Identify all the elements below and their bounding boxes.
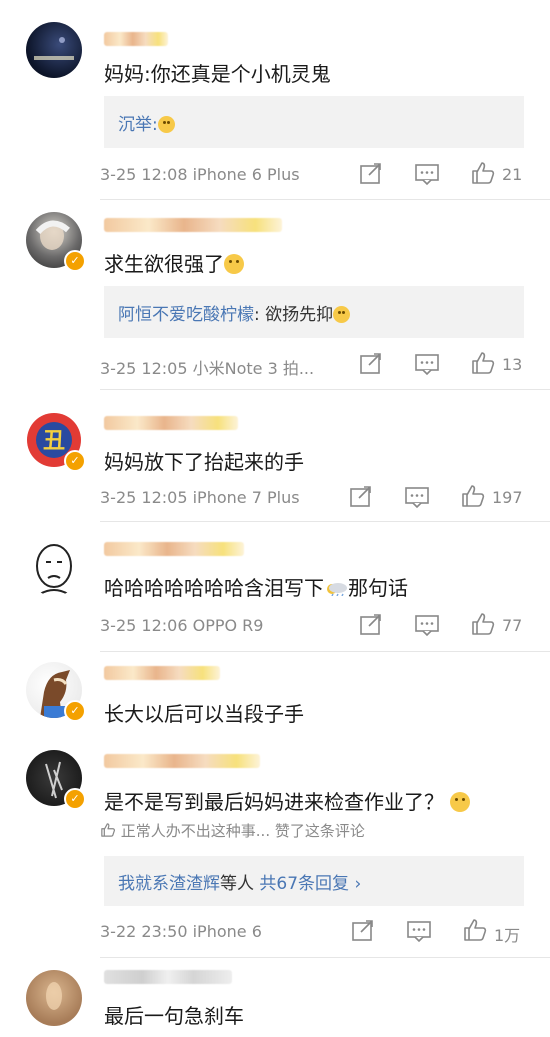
comment-text: 妈妈放下了抬起来的手 [104, 450, 304, 474]
thumbs-up-icon[interactable] [470, 351, 496, 375]
comment-meta: 3-25 12:05 iPhone 7 Plus [100, 488, 300, 507]
doge-emoji-icon [450, 792, 470, 812]
comment-time: 3-25 12:05 [100, 359, 188, 378]
comment-text: 求生欲很强了 [104, 248, 244, 277]
username-blurred[interactable] [104, 416, 238, 430]
share-icon[interactable] [350, 919, 376, 943]
like-count: 197 [492, 488, 523, 507]
like-count: 13 [502, 355, 523, 374]
comment-icon[interactable] [414, 352, 440, 376]
comment-item: 最后一句急刹车 [0, 958, 550, 1037]
grin-emoji-icon [333, 306, 351, 323]
comment-icon[interactable] [404, 485, 430, 509]
comment-text: 妈妈:你还真是个小机灵鬼 [104, 62, 331, 86]
comment-meta: 3-22 23:50 iPhone 6 [100, 922, 262, 941]
comment-item: 哈哈哈哈哈哈哈含泪写下 那句话 3-25 12:06 OPPO R9 77 [0, 522, 550, 652]
svg-text:丑: 丑 [43, 429, 65, 454]
comment-meta: 3-25 12:08 iPhone 6 Plus [100, 165, 300, 184]
username-blurred[interactable] [104, 754, 260, 768]
verified-badge-icon: ✓ [64, 788, 86, 810]
comment-text: 最后一句急刹车 [104, 1004, 244, 1028]
thumbs-up-icon[interactable] [460, 484, 486, 508]
thumbs-up-icon[interactable] [462, 918, 488, 942]
username-blurred[interactable] [104, 970, 232, 984]
username-blurred[interactable] [104, 32, 168, 46]
liked-by-row: 正常人办不出这种事... 赞了这条评论 [100, 820, 365, 841]
username-blurred[interactable] [104, 218, 282, 232]
thumbs-up-icon[interactable] [470, 612, 496, 636]
verified-badge-icon: ✓ [64, 700, 86, 722]
user-avatar[interactable] [26, 540, 82, 596]
reply-author-link[interactable]: 我就系渣渣辉 [118, 874, 220, 894]
comment-time: 3-25 12:06 [100, 616, 188, 635]
reply-content: 欲扬先抑 [265, 305, 334, 325]
comment-time: 3-22 23:50 [100, 922, 188, 941]
comment-text: 长大以后可以当段子手 [104, 702, 304, 726]
like-count: 1万 [494, 926, 521, 945]
comment-time: 3-25 12:08 [100, 165, 188, 184]
comment-icon[interactable] [406, 919, 432, 943]
username-blurred[interactable] [104, 542, 244, 556]
comment-meta: 3-25 12:05 小米Note 3 拍... [100, 355, 314, 379]
replies-summary[interactable]: 我就系渣渣辉等人 共67条回复 › [104, 856, 524, 906]
thumbs-up-icon [101, 823, 116, 837]
reply-preview[interactable]: 阿恒不爱吃酸柠檬: 欲扬先抑 [104, 286, 524, 338]
cloud-rain-emoji-icon [327, 583, 347, 596]
comment-icon[interactable] [414, 613, 440, 637]
smile-emoji-icon [224, 254, 244, 274]
username-blurred[interactable] [104, 666, 220, 680]
comment-time: 3-25 12:05 [100, 488, 188, 507]
user-avatar[interactable] [26, 970, 82, 1026]
comment-device: iPhone 6 Plus [192, 165, 300, 184]
comment-device: OPPO R9 [192, 616, 264, 635]
doge-emoji-icon [157, 116, 175, 133]
chevron-right-icon: › [354, 874, 362, 894]
share-icon[interactable] [348, 485, 374, 509]
comment-item: ✓ 求生欲很强了 阿恒不爱吃酸柠檬: 欲扬先抑 3-25 12:05 小米Not… [0, 200, 550, 390]
share-icon[interactable] [358, 613, 384, 637]
reply-author-link[interactable]: 阿恒不爱吃酸柠檬 [118, 305, 254, 325]
user-avatar[interactable] [26, 22, 82, 78]
share-icon[interactable] [358, 352, 384, 376]
like-count: 77 [502, 616, 523, 635]
reply-preview[interactable]: 沉举: [104, 96, 524, 148]
comment-meta: 3-25 12:06 OPPO R9 [100, 616, 263, 635]
share-icon[interactable] [358, 162, 384, 186]
comment-item: ✓ 长大以后可以当段子手 [0, 652, 550, 740]
thumbs-up-icon[interactable] [470, 161, 496, 185]
comment-device: iPhone 7 Plus [192, 488, 300, 507]
comment-item: 丑 ✓ 妈妈放下了抬起来的手 3-25 12:05 iPhone 7 Plus … [0, 390, 550, 522]
comment-device: 小米Note 3 拍... [192, 359, 315, 378]
like-count: 21 [502, 165, 523, 184]
comment-item: 妈妈:你还真是个小机灵鬼 沉举: 3-25 12:08 iPhone 6 Plu… [0, 0, 550, 200]
reply-author-link[interactable]: 沉举 [118, 115, 152, 135]
comment-text: 哈哈哈哈哈哈哈含泪写下 那句话 [104, 576, 408, 600]
verified-badge-icon: ✓ [64, 250, 86, 272]
verified-badge-icon: ✓ [64, 450, 86, 472]
comment-device: iPhone 6 [192, 922, 262, 941]
comment-icon[interactable] [414, 162, 440, 186]
comment-item: ✓ 是不是写到最后妈妈进来检查作业了？ 正常人办不出这种事... 赞了这条评论 … [0, 740, 550, 958]
liked-by-user[interactable]: 正常人办不出这种事... [121, 822, 270, 840]
comment-text: 是不是写到最后妈妈进来检查作业了？ [104, 786, 470, 815]
view-replies-link[interactable]: 共67条回复 [259, 874, 349, 894]
